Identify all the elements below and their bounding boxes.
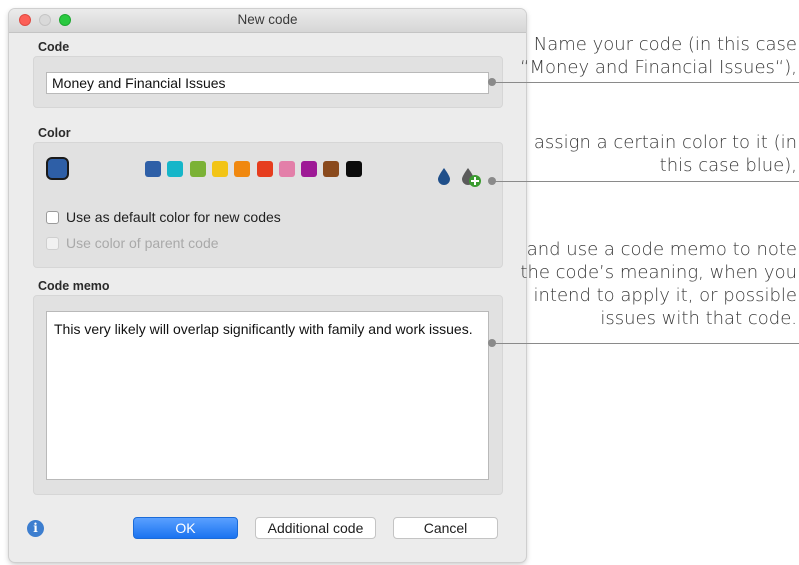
- default-color-checkbox[interactable]: [46, 211, 59, 224]
- selected-color-swatch[interactable]: [48, 159, 67, 178]
- annotation-line: intend to apply it, or possible: [533, 285, 797, 306]
- annotation-memo: and use a code memo to note the code’s m…: [520, 238, 797, 330]
- additional-code-button[interactable]: Additional code: [255, 517, 376, 539]
- cancel-button[interactable]: Cancel: [393, 517, 498, 539]
- color-swatch[interactable]: [323, 161, 340, 177]
- annotation-pointer-line: [494, 82, 799, 83]
- annotation-line: assign a certain color to it (in: [533, 132, 797, 153]
- annotation-line: this case blue),: [659, 155, 797, 176]
- color-swatch[interactable]: [256, 161, 273, 177]
- color-swatch[interactable]: [189, 161, 206, 177]
- annotation-line: and use a code memo to note: [526, 239, 797, 260]
- info-icon[interactable]: i: [27, 520, 44, 537]
- window-title: New code: [237, 12, 298, 27]
- color-swatch[interactable]: [145, 161, 161, 177]
- color-swatch[interactable]: [211, 161, 228, 177]
- title-bar: New code: [9, 9, 526, 33]
- color-swatch[interactable]: [234, 161, 251, 177]
- annotation-pointer-line: [494, 343, 799, 344]
- annotation-code-name: Name your code (in this case “Money and …: [520, 33, 797, 79]
- annotation-line: Name your code (in this case: [533, 34, 797, 55]
- annotation-color: assign a certain color to it (in this ca…: [534, 131, 797, 177]
- add-color-icon[interactable]: [461, 167, 483, 189]
- annotation-line: “Money and Financial Issues“),: [520, 57, 797, 78]
- code-name-input[interactable]: Money and Financial Issues: [46, 72, 489, 94]
- default-color-checkbox-label: Use as default color for new codes: [66, 209, 281, 225]
- parent-color-checkbox[interactable]: [46, 237, 59, 250]
- color-label: Color: [38, 126, 71, 140]
- code-memo-label: Code memo: [38, 279, 110, 293]
- annotation-pointer-line: [494, 181, 799, 182]
- annotation-line: issues with that code.: [600, 308, 797, 329]
- color-swatch[interactable]: [301, 161, 318, 177]
- code-memo-textarea[interactable]: This very likely will overlap significan…: [46, 311, 489, 480]
- annotation-line: the code’s meaning, when you: [520, 262, 797, 283]
- ok-button[interactable]: OK: [133, 517, 238, 539]
- code-label: Code: [38, 40, 70, 54]
- parent-color-checkbox-label: Use color of parent code: [66, 235, 219, 251]
- color-swatch[interactable]: [345, 161, 362, 177]
- color-drop-icon[interactable]: [437, 167, 451, 185]
- color-swatch[interactable]: [278, 161, 295, 177]
- color-swatch[interactable]: [167, 161, 184, 177]
